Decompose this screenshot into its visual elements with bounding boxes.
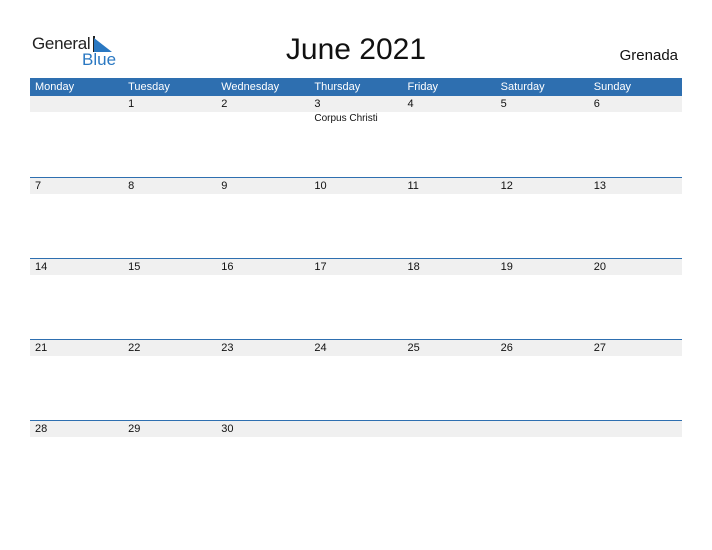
day-number: 6	[593, 98, 600, 110]
holiday-event	[216, 356, 309, 357]
holiday-event	[403, 356, 496, 357]
event-row	[30, 437, 682, 438]
holiday-event	[496, 356, 589, 357]
holiday-event	[30, 194, 123, 195]
day-number: 12	[500, 180, 513, 192]
holiday-event	[216, 194, 309, 195]
calendar-week-1: 1 2 3 4 5 6 Corpus Christi	[30, 96, 682, 177]
day-number: 14	[35, 261, 48, 273]
day-number-row: 7 8 9 10 11 12 13	[30, 178, 682, 194]
weekday-header-row: Monday Tuesday Wednesday Thursday Friday…	[30, 78, 682, 96]
day-number: 23	[221, 342, 234, 354]
holiday-event	[403, 437, 496, 438]
day-number: 1	[128, 98, 135, 110]
day-number: 17	[314, 261, 327, 273]
holiday-event	[589, 112, 682, 124]
holiday-event	[403, 275, 496, 276]
holiday-event	[123, 112, 216, 124]
country-label: Grenada	[619, 47, 678, 64]
weekday-tuesday: Tuesday	[128, 81, 170, 93]
holiday-event	[123, 437, 216, 438]
day-number: 10	[314, 180, 327, 192]
day-number-row: 14 15 16 17 18 19 20	[30, 259, 682, 275]
weekday-saturday: Saturday	[500, 81, 545, 93]
holiday-event	[30, 275, 123, 276]
page-title: June 2021	[285, 33, 427, 66]
holiday-event	[496, 275, 589, 276]
weekday-sunday: Sunday	[593, 81, 632, 93]
day-number: 15	[128, 261, 141, 273]
day-number: 8	[128, 180, 135, 192]
day-number	[589, 421, 682, 437]
day-number: 13	[593, 180, 606, 192]
holiday-event: Corpus Christi	[314, 113, 378, 124]
day-number	[496, 421, 589, 437]
day-number: 11	[407, 180, 419, 192]
day-number: 5	[500, 98, 507, 110]
event-row	[30, 275, 682, 276]
day-number	[30, 96, 123, 112]
day-number: 22	[128, 342, 141, 354]
calendar-grid: Monday Tuesday Wednesday Thursday Friday…	[30, 78, 682, 501]
day-number: 26	[500, 342, 513, 354]
day-number	[403, 421, 496, 437]
holiday-event	[30, 437, 123, 438]
holiday-event	[589, 275, 682, 276]
holiday-event	[30, 356, 123, 357]
day-number: 19	[500, 261, 513, 273]
day-number: 2	[221, 98, 228, 110]
holiday-event	[589, 437, 682, 438]
event-row	[30, 194, 682, 195]
day-number: 30	[221, 423, 234, 435]
holiday-event	[496, 437, 589, 438]
day-number: 25	[407, 342, 420, 354]
weekday-wednesday: Wednesday	[221, 81, 280, 93]
holiday-event	[123, 275, 216, 276]
holiday-event	[589, 194, 682, 195]
day-number: 18	[407, 261, 420, 273]
day-number: 27	[593, 342, 606, 354]
calendar-week-2: 7 8 9 10 11 12 13	[30, 177, 682, 258]
holiday-event	[309, 437, 402, 438]
day-number: 29	[128, 423, 141, 435]
holiday-event	[309, 356, 402, 357]
day-number: 28	[35, 423, 48, 435]
holiday-event	[403, 194, 496, 195]
holiday-event	[123, 194, 216, 195]
weekday-monday: Monday	[35, 81, 75, 93]
day-number: 9	[221, 180, 228, 192]
day-number-row: 1 2 3 4 5 6	[30, 96, 682, 112]
holiday-event	[403, 112, 496, 124]
event-row	[30, 356, 682, 357]
day-number-row: 28 29 30	[30, 421, 682, 437]
day-number: 20	[593, 261, 606, 273]
day-number: 21	[35, 342, 48, 354]
day-number: 24	[314, 342, 327, 354]
calendar-week-4: 21 22 23 24 25 26 27	[30, 339, 682, 420]
holiday-event	[216, 112, 309, 124]
day-number: 3	[314, 98, 321, 110]
event-row: Corpus Christi	[30, 112, 682, 124]
calendar-week-3: 14 15 16 17 18 19 20	[30, 258, 682, 339]
day-number	[309, 421, 402, 437]
holiday-event	[496, 112, 589, 124]
holiday-event	[589, 356, 682, 357]
day-number: 7	[35, 180, 42, 192]
holiday-event	[309, 194, 402, 195]
day-number-row: 21 22 23 24 25 26 27	[30, 340, 682, 356]
weekday-thursday: Thursday	[314, 81, 361, 93]
holiday-event	[216, 275, 309, 276]
holiday-event	[30, 112, 123, 124]
weekday-friday: Friday	[407, 81, 439, 93]
holiday-event	[123, 356, 216, 357]
holiday-event	[309, 275, 402, 276]
holiday-event	[216, 437, 309, 438]
day-number: 4	[407, 98, 414, 110]
holiday-event	[496, 194, 589, 195]
day-number: 16	[221, 261, 234, 273]
calendar-week-5: 28 29 30	[30, 420, 682, 501]
